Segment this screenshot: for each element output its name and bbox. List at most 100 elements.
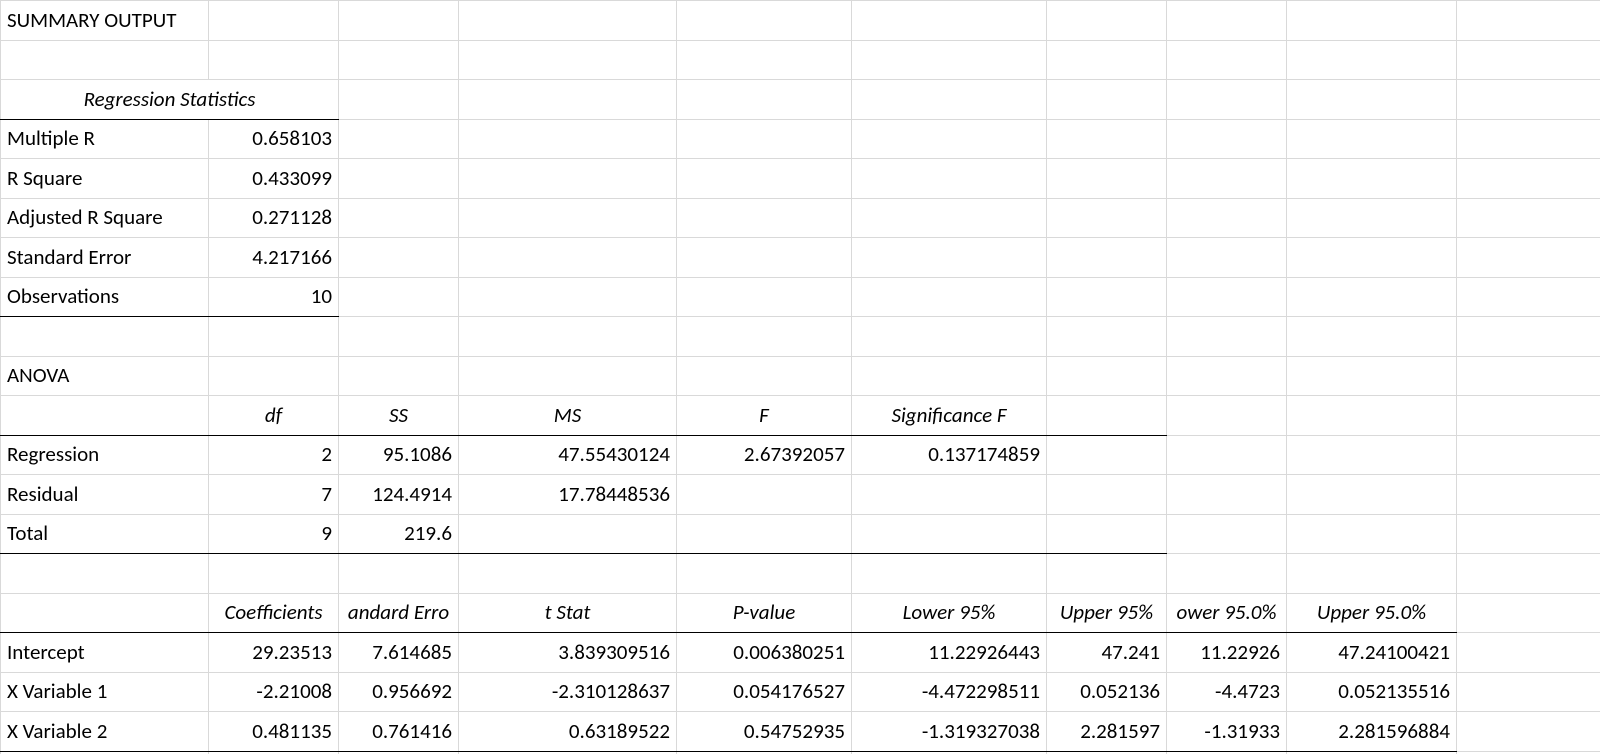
cell[interactable] [1287, 317, 1457, 357]
coef-header-upper95[interactable]: Upper 95% [1047, 593, 1167, 633]
coef-lower95[interactable]: 11.22926443 [852, 633, 1047, 673]
cell[interactable] [1, 40, 209, 80]
coef-upper95[interactable]: 47.241 [1047, 633, 1167, 673]
coef-header-pvalue[interactable]: P-value [677, 593, 852, 633]
anova-ss[interactable]: 124.4914 [339, 475, 459, 515]
cell[interactable] [459, 1, 677, 41]
cell[interactable] [1047, 277, 1167, 317]
cell[interactable] [677, 159, 852, 199]
coef-upper95b[interactable]: 0.052135516 [1287, 672, 1457, 712]
cell[interactable] [339, 80, 459, 120]
anova-sigf[interactable]: 0.137174859 [852, 435, 1047, 475]
coef-tstat[interactable]: -2.310128637 [459, 672, 677, 712]
stat-label[interactable]: Standard Error [1, 238, 209, 278]
stat-label[interactable]: Observations [1, 277, 209, 317]
cell[interactable] [1047, 396, 1167, 436]
coef-stderr[interactable]: 0.761416 [339, 712, 459, 752]
cell[interactable] [1457, 277, 1600, 317]
coef-header-lower95b[interactable]: ower 95.0% [1167, 593, 1287, 633]
anova-ss[interactable]: 219.6 [339, 514, 459, 554]
anova-row-label[interactable]: Total [1, 514, 209, 554]
cell[interactable] [339, 198, 459, 238]
cell[interactable] [339, 554, 459, 594]
anova-ms[interactable] [459, 514, 677, 554]
anova-row-label[interactable]: Residual [1, 475, 209, 515]
coef-stderr[interactable]: 7.614685 [339, 633, 459, 673]
cell[interactable] [1047, 80, 1167, 120]
cell[interactable] [339, 1, 459, 41]
cell[interactable] [1457, 317, 1600, 357]
cell[interactable] [459, 40, 677, 80]
cell[interactable] [677, 198, 852, 238]
cell[interactable] [1047, 356, 1167, 396]
cell[interactable] [1047, 435, 1167, 475]
cell[interactable] [339, 277, 459, 317]
coef-lower95[interactable]: -4.472298511 [852, 672, 1047, 712]
cell[interactable] [1287, 554, 1457, 594]
anova-f[interactable]: 2.67392057 [677, 435, 852, 475]
coef-header-coefficients[interactable]: Coefficients [209, 593, 339, 633]
cell[interactable] [459, 356, 677, 396]
cell[interactable] [1287, 119, 1457, 159]
stat-value[interactable]: 0.271128 [209, 198, 339, 238]
cell[interactable] [852, 40, 1047, 80]
cell[interactable] [677, 277, 852, 317]
anova-header-ms[interactable]: MS [459, 396, 677, 436]
cell[interactable] [459, 554, 677, 594]
cell[interactable] [459, 159, 677, 199]
cell[interactable] [1287, 159, 1457, 199]
cell[interactable] [852, 238, 1047, 278]
cell[interactable] [459, 317, 677, 357]
cell[interactable] [209, 554, 339, 594]
cell[interactable] [1167, 40, 1287, 80]
cell[interactable] [1287, 396, 1457, 436]
cell[interactable] [1457, 356, 1600, 396]
cell[interactable] [339, 356, 459, 396]
coef-upper95[interactable]: 2.281597 [1047, 712, 1167, 752]
cell[interactable] [852, 119, 1047, 159]
cell[interactable] [1, 396, 209, 436]
anova-header-df[interactable]: df [209, 396, 339, 436]
cell[interactable] [1167, 356, 1287, 396]
cell[interactable] [1287, 475, 1457, 515]
cell[interactable] [459, 238, 677, 278]
cell[interactable] [1167, 514, 1287, 554]
cell[interactable] [1047, 119, 1167, 159]
cell[interactable] [1167, 159, 1287, 199]
cell[interactable] [1287, 1, 1457, 41]
cell[interactable] [677, 317, 852, 357]
coef-value[interactable]: -2.21008 [209, 672, 339, 712]
stat-label[interactable]: R Square [1, 159, 209, 199]
cell[interactable] [852, 554, 1047, 594]
cell[interactable] [1457, 712, 1600, 752]
coef-upper95b[interactable]: 47.24100421 [1287, 633, 1457, 673]
stat-value[interactable]: 0.658103 [209, 119, 339, 159]
cell[interactable] [677, 40, 852, 80]
cell[interactable] [1047, 554, 1167, 594]
cell[interactable] [1167, 198, 1287, 238]
coef-lower95b[interactable]: -1.31933 [1167, 712, 1287, 752]
anova-f[interactable] [677, 514, 852, 554]
cell[interactable] [209, 317, 339, 357]
cell[interactable] [1167, 1, 1287, 41]
cell[interactable] [1457, 672, 1600, 712]
coef-header-upper95b[interactable]: Upper 95.0% [1287, 593, 1457, 633]
cell[interactable] [1047, 159, 1167, 199]
stat-value[interactable]: 0.433099 [209, 159, 339, 199]
cell[interactable] [852, 198, 1047, 238]
coef-header-lower95[interactable]: Lower 95% [852, 593, 1047, 633]
cell[interactable] [1457, 396, 1600, 436]
cell[interactable] [339, 159, 459, 199]
coef-tstat[interactable]: 3.839309516 [459, 633, 677, 673]
cell[interactable] [1047, 238, 1167, 278]
anova-ms[interactable]: 47.55430124 [459, 435, 677, 475]
anova-df[interactable]: 7 [209, 475, 339, 515]
cell[interactable] [1047, 317, 1167, 357]
anova-sigf[interactable] [852, 514, 1047, 554]
cell[interactable] [1167, 317, 1287, 357]
anova-header-f[interactable]: F [677, 396, 852, 436]
anova-row-label[interactable]: Regression [1, 435, 209, 475]
coef-lower95b[interactable]: -4.4723 [1167, 672, 1287, 712]
cell[interactable] [1047, 514, 1167, 554]
cell[interactable] [677, 554, 852, 594]
